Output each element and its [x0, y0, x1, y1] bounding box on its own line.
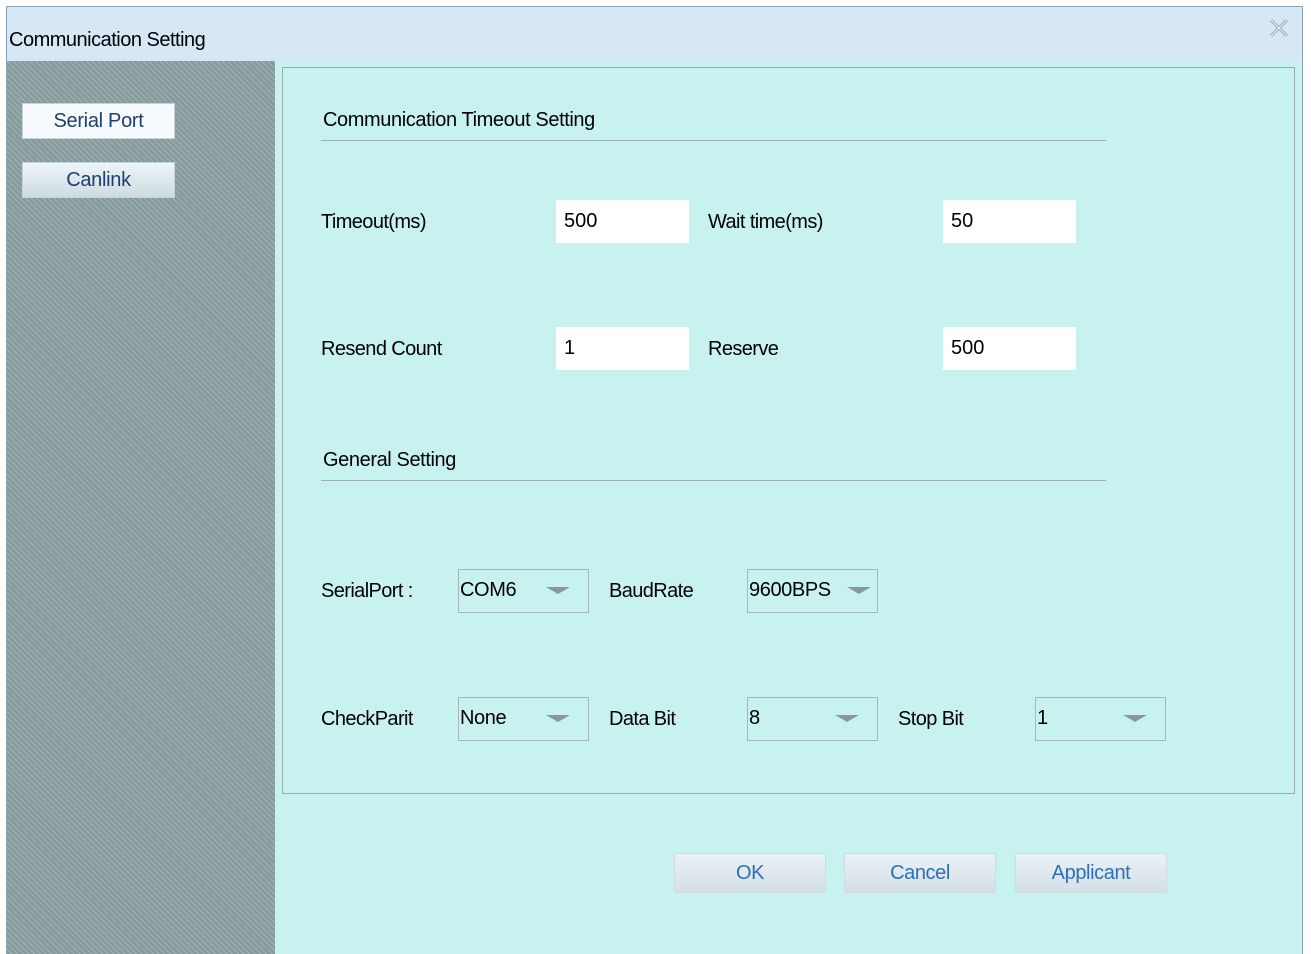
dropdown-arrow-icon — [835, 715, 859, 722]
dropdown-arrow-icon — [546, 587, 570, 594]
reserve-label: Reserve — [708, 338, 779, 360]
communication-setting-dialog: Communication Setting Serial Port Canlin… — [6, 6, 1303, 954]
serialport-select[interactable]: COM6 — [458, 569, 589, 613]
dropdown-arrow-icon — [546, 715, 570, 722]
stopbit-label: Stop Bit — [898, 708, 964, 730]
section-divider — [321, 480, 1106, 481]
stopbit-value: 1 — [1037, 707, 1048, 729]
baudrate-value: 9600BPS — [749, 579, 831, 601]
checkparity-label: CheckParit — [321, 708, 413, 730]
sidebar: Serial Port Canlink — [7, 61, 275, 954]
close-icon — [1269, 18, 1289, 38]
timeout-label: Timeout(ms) — [321, 211, 426, 233]
close-button[interactable] — [1266, 17, 1292, 39]
section-divider — [321, 140, 1106, 141]
databit-select[interactable]: 8 — [747, 697, 878, 741]
wait-time-input[interactable] — [943, 200, 1076, 243]
wait-time-label: Wait time(ms) — [708, 211, 823, 233]
checkparity-select[interactable]: None — [458, 697, 589, 741]
window-title: Communication Setting — [9, 29, 206, 51]
dropdown-arrow-icon — [1123, 715, 1147, 722]
title-bar: Communication Setting — [7, 7, 1302, 61]
dropdown-arrow-icon — [847, 587, 871, 594]
cancel-button[interactable]: Cancel — [844, 853, 996, 893]
ok-button[interactable]: OK — [674, 853, 826, 893]
apply-button[interactable]: Applicant — [1015, 853, 1167, 893]
serialport-label: SerialPort : — [321, 580, 413, 602]
sidebar-item-canlink[interactable]: Canlink — [22, 162, 175, 198]
resend-count-label: Resend Count — [321, 338, 442, 360]
general-section-title: General Setting — [323, 449, 456, 471]
reserve-input[interactable] — [943, 327, 1076, 370]
sidebar-item-label: Canlink — [66, 168, 131, 191]
resend-count-input[interactable] — [556, 327, 689, 370]
serialport-value: COM6 — [460, 579, 517, 601]
checkparity-value: None — [460, 707, 507, 729]
baudrate-select[interactable]: 9600BPS — [747, 569, 878, 613]
databit-label: Data Bit — [609, 708, 676, 730]
stopbit-select[interactable]: 1 — [1035, 697, 1166, 741]
sidebar-item-label: Serial Port — [53, 109, 144, 132]
settings-panel — [282, 67, 1295, 794]
baudrate-label: BaudRate — [609, 580, 694, 602]
databit-value: 8 — [749, 707, 760, 729]
sidebar-item-serial-port[interactable]: Serial Port — [22, 103, 175, 139]
timeout-input[interactable] — [556, 200, 689, 243]
timeout-section-title: Communication Timeout Setting — [323, 109, 595, 131]
